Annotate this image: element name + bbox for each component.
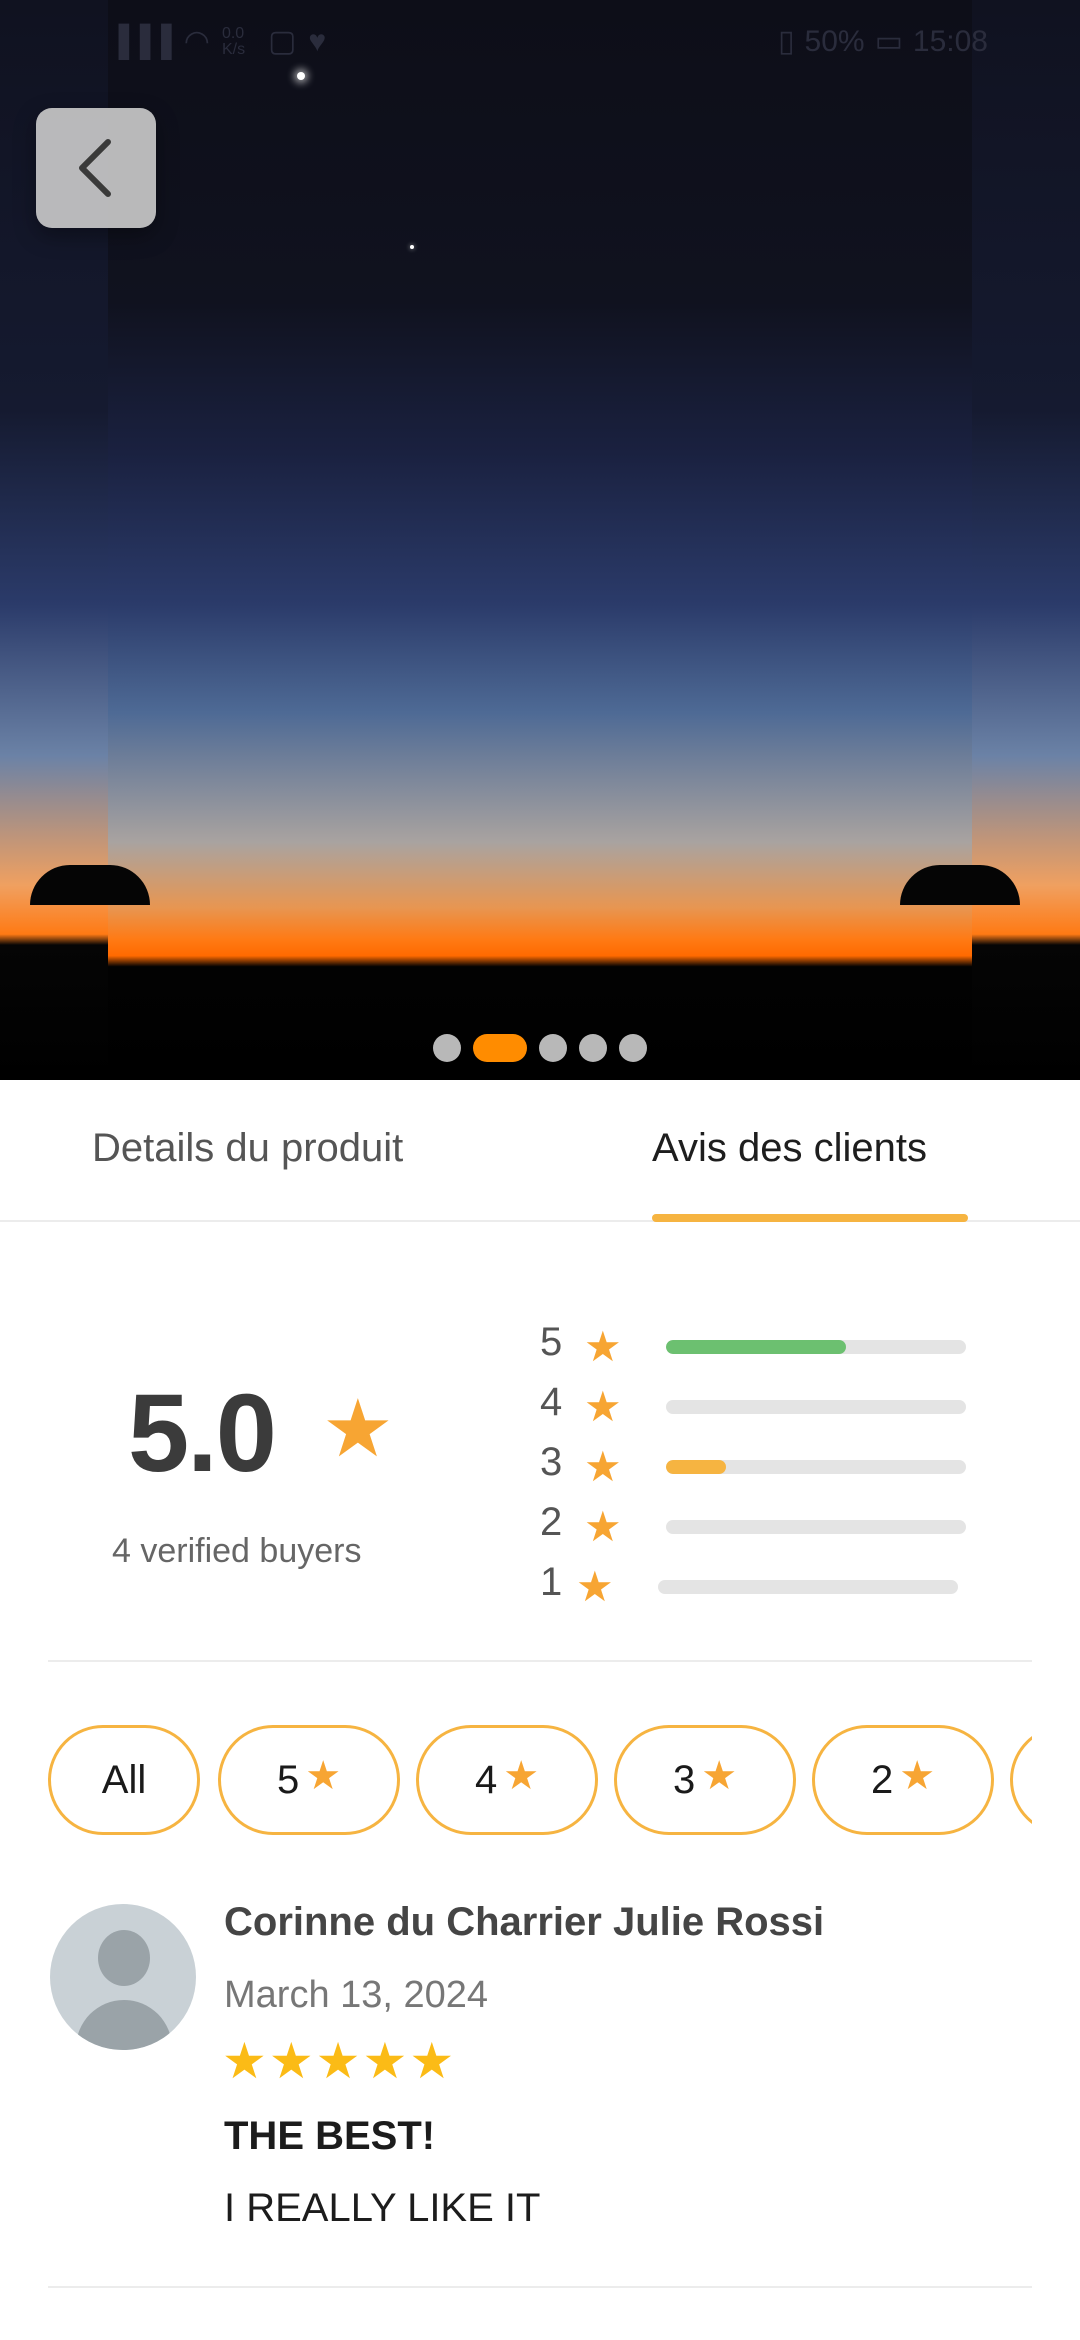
heart-icon: ♥ <box>308 24 327 58</box>
tab-product-details[interactable]: Details du produit <box>92 1126 403 1171</box>
star-icon: ★ <box>584 1503 622 1550</box>
back-button[interactable] <box>36 108 156 228</box>
distribution-bar-fill <box>666 1460 726 1474</box>
horizon-silhouette <box>30 865 150 905</box>
filter-chip-all[interactable]: All <box>48 1725 200 1835</box>
network-speed: 0.0 K/s <box>221 24 246 58</box>
distribution-bar <box>666 1400 966 1414</box>
distribution-label: 4 <box>540 1380 563 1424</box>
section-divider <box>48 2286 1032 2288</box>
instagram-icon: ▢ <box>267 25 297 58</box>
battery-percent: 50% <box>804 24 865 58</box>
rating-filter-bar: All 5★ 4★ 3★ 2★ 1★ <box>48 1722 1032 1838</box>
distribution-bar <box>666 1460 966 1474</box>
star-icon: ★ <box>584 1383 622 1430</box>
pagination-dot[interactable] <box>473 1034 527 1062</box>
distribution-label: 5 <box>540 1320 563 1364</box>
star-icon: ★ <box>322 1384 394 1473</box>
filter-chip-label: All <box>101 1757 147 1802</box>
rating-summary: 5.0 ★ 4 verified buyers 5 ★ 4 ★ 3 ★ 2 ★ … <box>0 1222 1080 1662</box>
filter-chip-label: 3 <box>672 1757 696 1802</box>
review-body: I REALLY LIKE IT <box>224 2186 541 2230</box>
clock: 15:08 <box>912 24 988 58</box>
distribution-row-3: 3 ★ <box>540 1440 980 1500</box>
section-divider <box>48 1660 1032 1662</box>
star-icon: ★ <box>268 2033 316 2089</box>
star-icon: ★ <box>409 2033 457 2089</box>
star-icon: ★ <box>222 2033 269 2089</box>
verified-buyers-count: 4 verified buyers <box>112 1532 362 1570</box>
average-rating: 5.0 <box>128 1372 277 1495</box>
vibrate-icon: ▯ <box>778 25 795 58</box>
star-icon: ★ <box>503 1754 540 1798</box>
filter-chip-3[interactable]: 3 ★ <box>614 1725 796 1835</box>
filter-chip-label: 2 <box>870 1757 894 1802</box>
review-rating: ★★★★★ <box>222 2032 456 2090</box>
distribution-bar <box>658 1580 958 1594</box>
star-icon: ★ <box>701 1754 738 1798</box>
gallery-image-edge <box>972 0 1080 1080</box>
filter-chip-1[interactable]: 1★ <box>1010 1725 1032 1835</box>
wifi-icon: ◠ <box>183 25 210 58</box>
star-icon: ★ <box>899 1754 936 1798</box>
tab-bar: Details du produit Avis des clients <box>0 1080 1080 1222</box>
review-date: March 13, 2024 <box>224 1974 489 2016</box>
pagination-dot[interactable] <box>619 1034 647 1062</box>
status-bar: ▐▐▐ ◠ 0.0 K/s ▢ ♥ ▯ 50% ▭ 15:08 <box>0 0 1080 84</box>
distribution-label: 2 <box>540 1500 563 1544</box>
review-title: THE BEST! <box>224 2114 436 2158</box>
distribution-bar <box>666 1520 966 1534</box>
filter-chip-4[interactable]: 4 ★ <box>416 1725 598 1835</box>
horizon-silhouette <box>900 865 1020 905</box>
distribution-row-1: 1 ★ <box>540 1560 980 1620</box>
distribution-row-4: 4 ★ <box>540 1380 980 1440</box>
distribution-bar-fill <box>666 1340 846 1354</box>
reviewer-name: Corinne du Charrier Julie Rossi <box>224 1900 825 1944</box>
chevron-left-icon <box>79 139 111 197</box>
gallery-pagination <box>0 1034 1080 1062</box>
distribution-label: 3 <box>540 1440 563 1484</box>
pagination-dot[interactable] <box>579 1034 607 1062</box>
filter-chip-5[interactable]: 5 ★ <box>218 1725 400 1835</box>
sky-light <box>410 245 414 249</box>
tab-customer-reviews[interactable]: Avis des clients <box>652 1126 927 1171</box>
distribution-row-2: 2 ★ <box>540 1500 980 1560</box>
star-icon: ★ <box>584 1443 622 1490</box>
filter-chip-label: 4 <box>474 1757 498 1802</box>
distribution-bar <box>666 1340 966 1354</box>
distribution-label: 1 <box>540 1560 563 1604</box>
signal-icon: ▐▐▐ <box>108 24 172 58</box>
star-icon: ★ <box>315 2033 363 2089</box>
star-icon: ★ <box>305 1754 342 1798</box>
star-icon: ★ <box>584 1323 622 1370</box>
pagination-dot[interactable] <box>539 1034 567 1062</box>
avatar <box>50 1904 196 2050</box>
star-icon: ★ <box>576 1563 614 1610</box>
pagination-dot[interactable] <box>433 1034 461 1062</box>
filter-chip-label: 5 <box>276 1757 300 1802</box>
star-icon: ★ <box>362 2033 410 2089</box>
product-image-gallery[interactable]: ▐▐▐ ◠ 0.0 K/s ▢ ♥ ▯ 50% ▭ 15:08 <box>0 0 1080 1080</box>
filter-chip-2[interactable]: 2 ★ <box>812 1725 994 1835</box>
distribution-row-5: 5 ★ <box>540 1320 980 1380</box>
battery-icon: ▭ <box>874 25 903 58</box>
active-tab-indicator <box>652 1214 968 1222</box>
